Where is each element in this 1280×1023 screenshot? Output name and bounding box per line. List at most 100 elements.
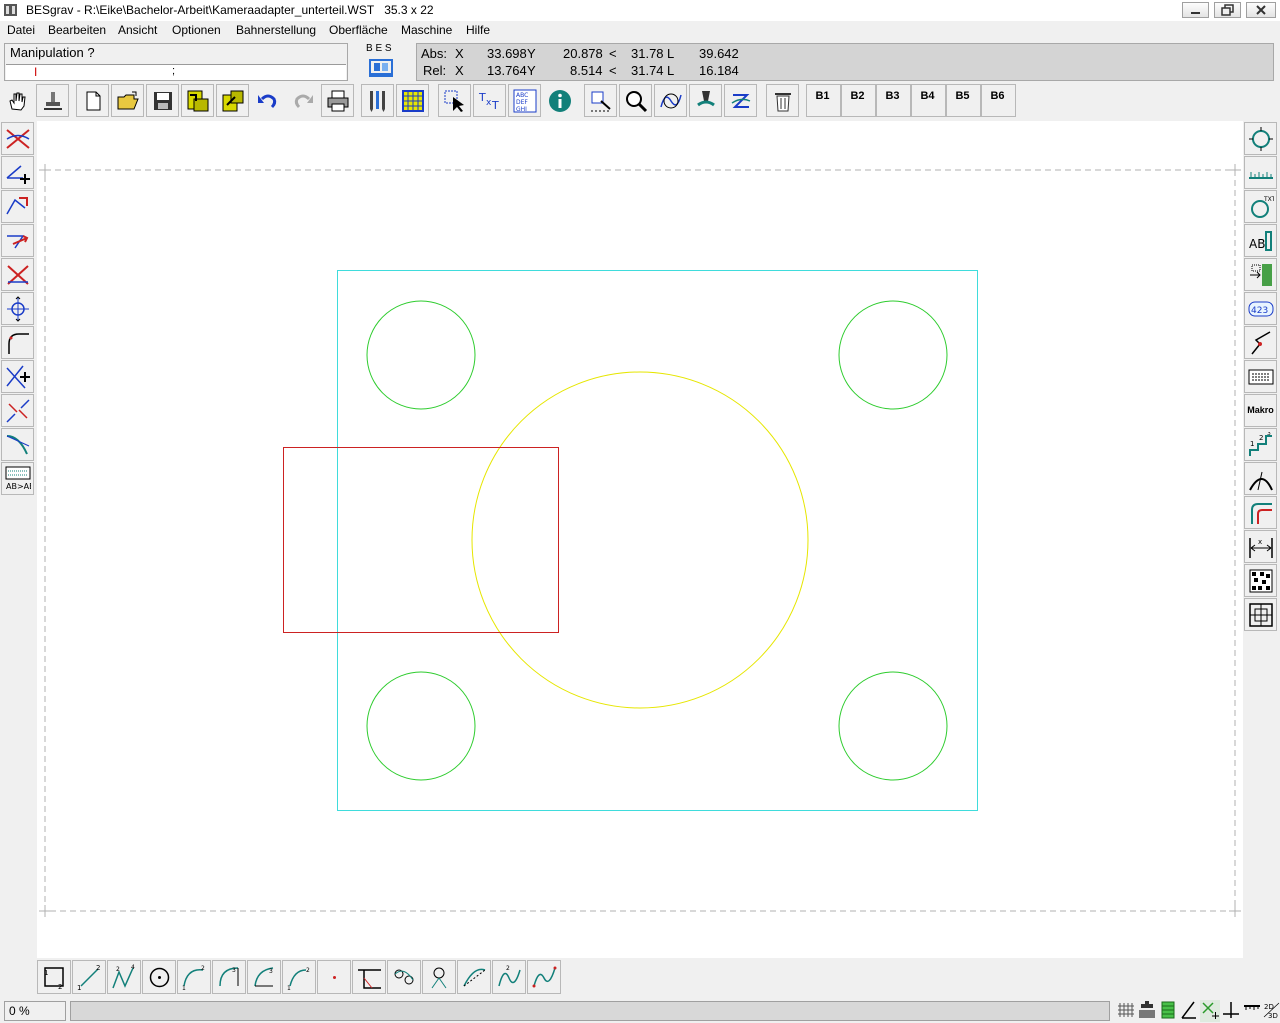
rectangle-tool[interactable]: 12: [37, 960, 71, 994]
menu-oberflaeche[interactable]: Oberfläche: [329, 23, 388, 37]
font-table-icon: ABCDEFGHI: [513, 89, 537, 113]
info-button[interactable]: [543, 84, 576, 117]
drawing-canvas[interactable]: [37, 121, 1243, 958]
engrave-button[interactable]: [689, 84, 722, 117]
break-tool[interactable]: [1, 394, 34, 427]
menu-hilfe[interactable]: Hilfe: [466, 23, 490, 37]
restore-button[interactable]: [1214, 2, 1241, 18]
hole-top-left[interactable]: [366, 300, 476, 410]
menu-maschine[interactable]: Maschine: [401, 23, 452, 37]
manipulation-input[interactable]: I ;: [6, 64, 346, 80]
arc-tangent-tool[interactable]: 3: [247, 960, 281, 994]
macro-tool[interactable]: Makro: [1244, 394, 1277, 427]
curve-tool-button[interactable]: [654, 84, 687, 117]
angle-toggle[interactable]: [1179, 1000, 1199, 1022]
b5-button[interactable]: B5: [946, 84, 981, 117]
delete-button[interactable]: [766, 84, 799, 117]
move-element-tool[interactable]: [1, 224, 34, 257]
point-tool[interactable]: [317, 960, 351, 994]
import-button[interactable]: [181, 84, 214, 117]
grid-button[interactable]: [396, 84, 429, 117]
bitmap-tool[interactable]: [1244, 258, 1277, 291]
menu-bahnerstellung[interactable]: Bahnerstellung: [236, 23, 316, 37]
print-button[interactable]: [321, 84, 354, 117]
text-replace-tool[interactable]: AB>AB: [1, 462, 34, 495]
selection-rectangle[interactable]: [283, 447, 559, 633]
minimize-button[interactable]: [1182, 2, 1209, 18]
tangent-tool[interactable]: [1, 428, 34, 461]
dimension-tool[interactable]: x: [1244, 530, 1277, 563]
menu-datei[interactable]: Datei: [7, 23, 35, 37]
zoom-button[interactable]: [619, 84, 652, 117]
workpiece-outline[interactable]: [337, 270, 978, 811]
center-circle[interactable]: [471, 371, 809, 709]
engrave-path-tool[interactable]: [1244, 326, 1277, 359]
b4-button[interactable]: B4: [911, 84, 946, 117]
round-corner-tool[interactable]: [1, 326, 34, 359]
b1-button[interactable]: B1: [806, 84, 841, 117]
trim-tool[interactable]: [1, 258, 34, 291]
crosshair-tool[interactable]: [1244, 598, 1277, 631]
spline-tool[interactable]: [387, 960, 421, 994]
snap-toggle[interactable]: [1200, 1000, 1220, 1022]
stamp-button[interactable]: [36, 84, 69, 117]
b2-button[interactable]: B2: [841, 84, 876, 117]
close-button[interactable]: [1246, 2, 1276, 18]
numbering-tool[interactable]: 423: [1244, 292, 1277, 325]
step-tool[interactable]: 123: [1244, 428, 1277, 461]
ellipse-tool[interactable]: [422, 960, 456, 994]
hole-top-right[interactable]: [838, 300, 948, 410]
open-file-button[interactable]: [111, 84, 144, 117]
circle-tool[interactable]: [1244, 122, 1277, 155]
layer-toggle[interactable]: [1158, 1000, 1178, 1022]
arc-3point-tool[interactable]: 12: [177, 960, 211, 994]
intersection-tool[interactable]: [1, 360, 34, 393]
serial-plate-tool[interactable]: [1244, 360, 1277, 393]
freehand-tool[interactable]: [527, 960, 561, 994]
polyline-tool[interactable]: 24: [107, 960, 141, 994]
corner-offset-tool[interactable]: [1244, 496, 1277, 529]
hole-bottom-left[interactable]: [366, 671, 476, 781]
ortho-toggle[interactable]: [1221, 1000, 1241, 1022]
slope-tool[interactable]: [1244, 462, 1277, 495]
arc-center-tool[interactable]: 3: [212, 960, 246, 994]
undo-button[interactable]: [251, 84, 284, 117]
datamatrix-tool[interactable]: [1244, 564, 1277, 597]
menu-ansicht[interactable]: Ansicht: [118, 23, 157, 37]
rotate-tool[interactable]: [1, 292, 34, 325]
grid-toggle[interactable]: [1116, 1000, 1136, 1022]
pan-button[interactable]: [0, 84, 33, 117]
tools-button[interactable]: [361, 84, 394, 117]
ruler-tool[interactable]: [1244, 156, 1277, 189]
chamfer-tool[interactable]: [352, 960, 386, 994]
circle-draw-tool[interactable]: [142, 960, 176, 994]
text-button[interactable]: TxT: [473, 84, 506, 117]
line-tool[interactable]: 12: [72, 960, 106, 994]
select-button[interactable]: [438, 84, 471, 117]
menu-bearbeiten[interactable]: Bearbeiten: [48, 23, 106, 37]
menu-optionen[interactable]: Optionen: [172, 23, 221, 37]
add-point-tool[interactable]: [1, 156, 34, 189]
svg-text:TXT: TXT: [1263, 196, 1274, 203]
hole-bottom-right[interactable]: [838, 671, 948, 781]
view-2d-3d-toggle[interactable]: 2D 3D: [1262, 1000, 1280, 1022]
offset-button[interactable]: [724, 84, 757, 117]
delete-element-tool[interactable]: [1, 122, 34, 155]
circle-text-tool[interactable]: TXT: [1244, 190, 1277, 223]
b6-button[interactable]: B6: [981, 84, 1016, 117]
window-select-button[interactable]: [584, 84, 617, 117]
machine-toggle[interactable]: [1137, 1000, 1157, 1022]
export-button[interactable]: [216, 84, 249, 117]
redo-button[interactable]: [286, 84, 319, 117]
b3-button[interactable]: B3: [876, 84, 911, 117]
save-button[interactable]: [146, 84, 179, 117]
move-point-tool[interactable]: [1, 190, 34, 223]
measure-toggle[interactable]: [1242, 1000, 1262, 1022]
svg-text:4: 4: [131, 964, 135, 971]
new-file-button[interactable]: [76, 84, 109, 117]
curve-points-tool[interactable]: 2: [492, 960, 526, 994]
arc-radius-tool[interactable]: 12: [282, 960, 316, 994]
bezier-tool[interactable]: [457, 960, 491, 994]
font-button[interactable]: ABC DEF GHI: [508, 84, 541, 117]
text-along-tool[interactable]: AB: [1244, 224, 1277, 257]
